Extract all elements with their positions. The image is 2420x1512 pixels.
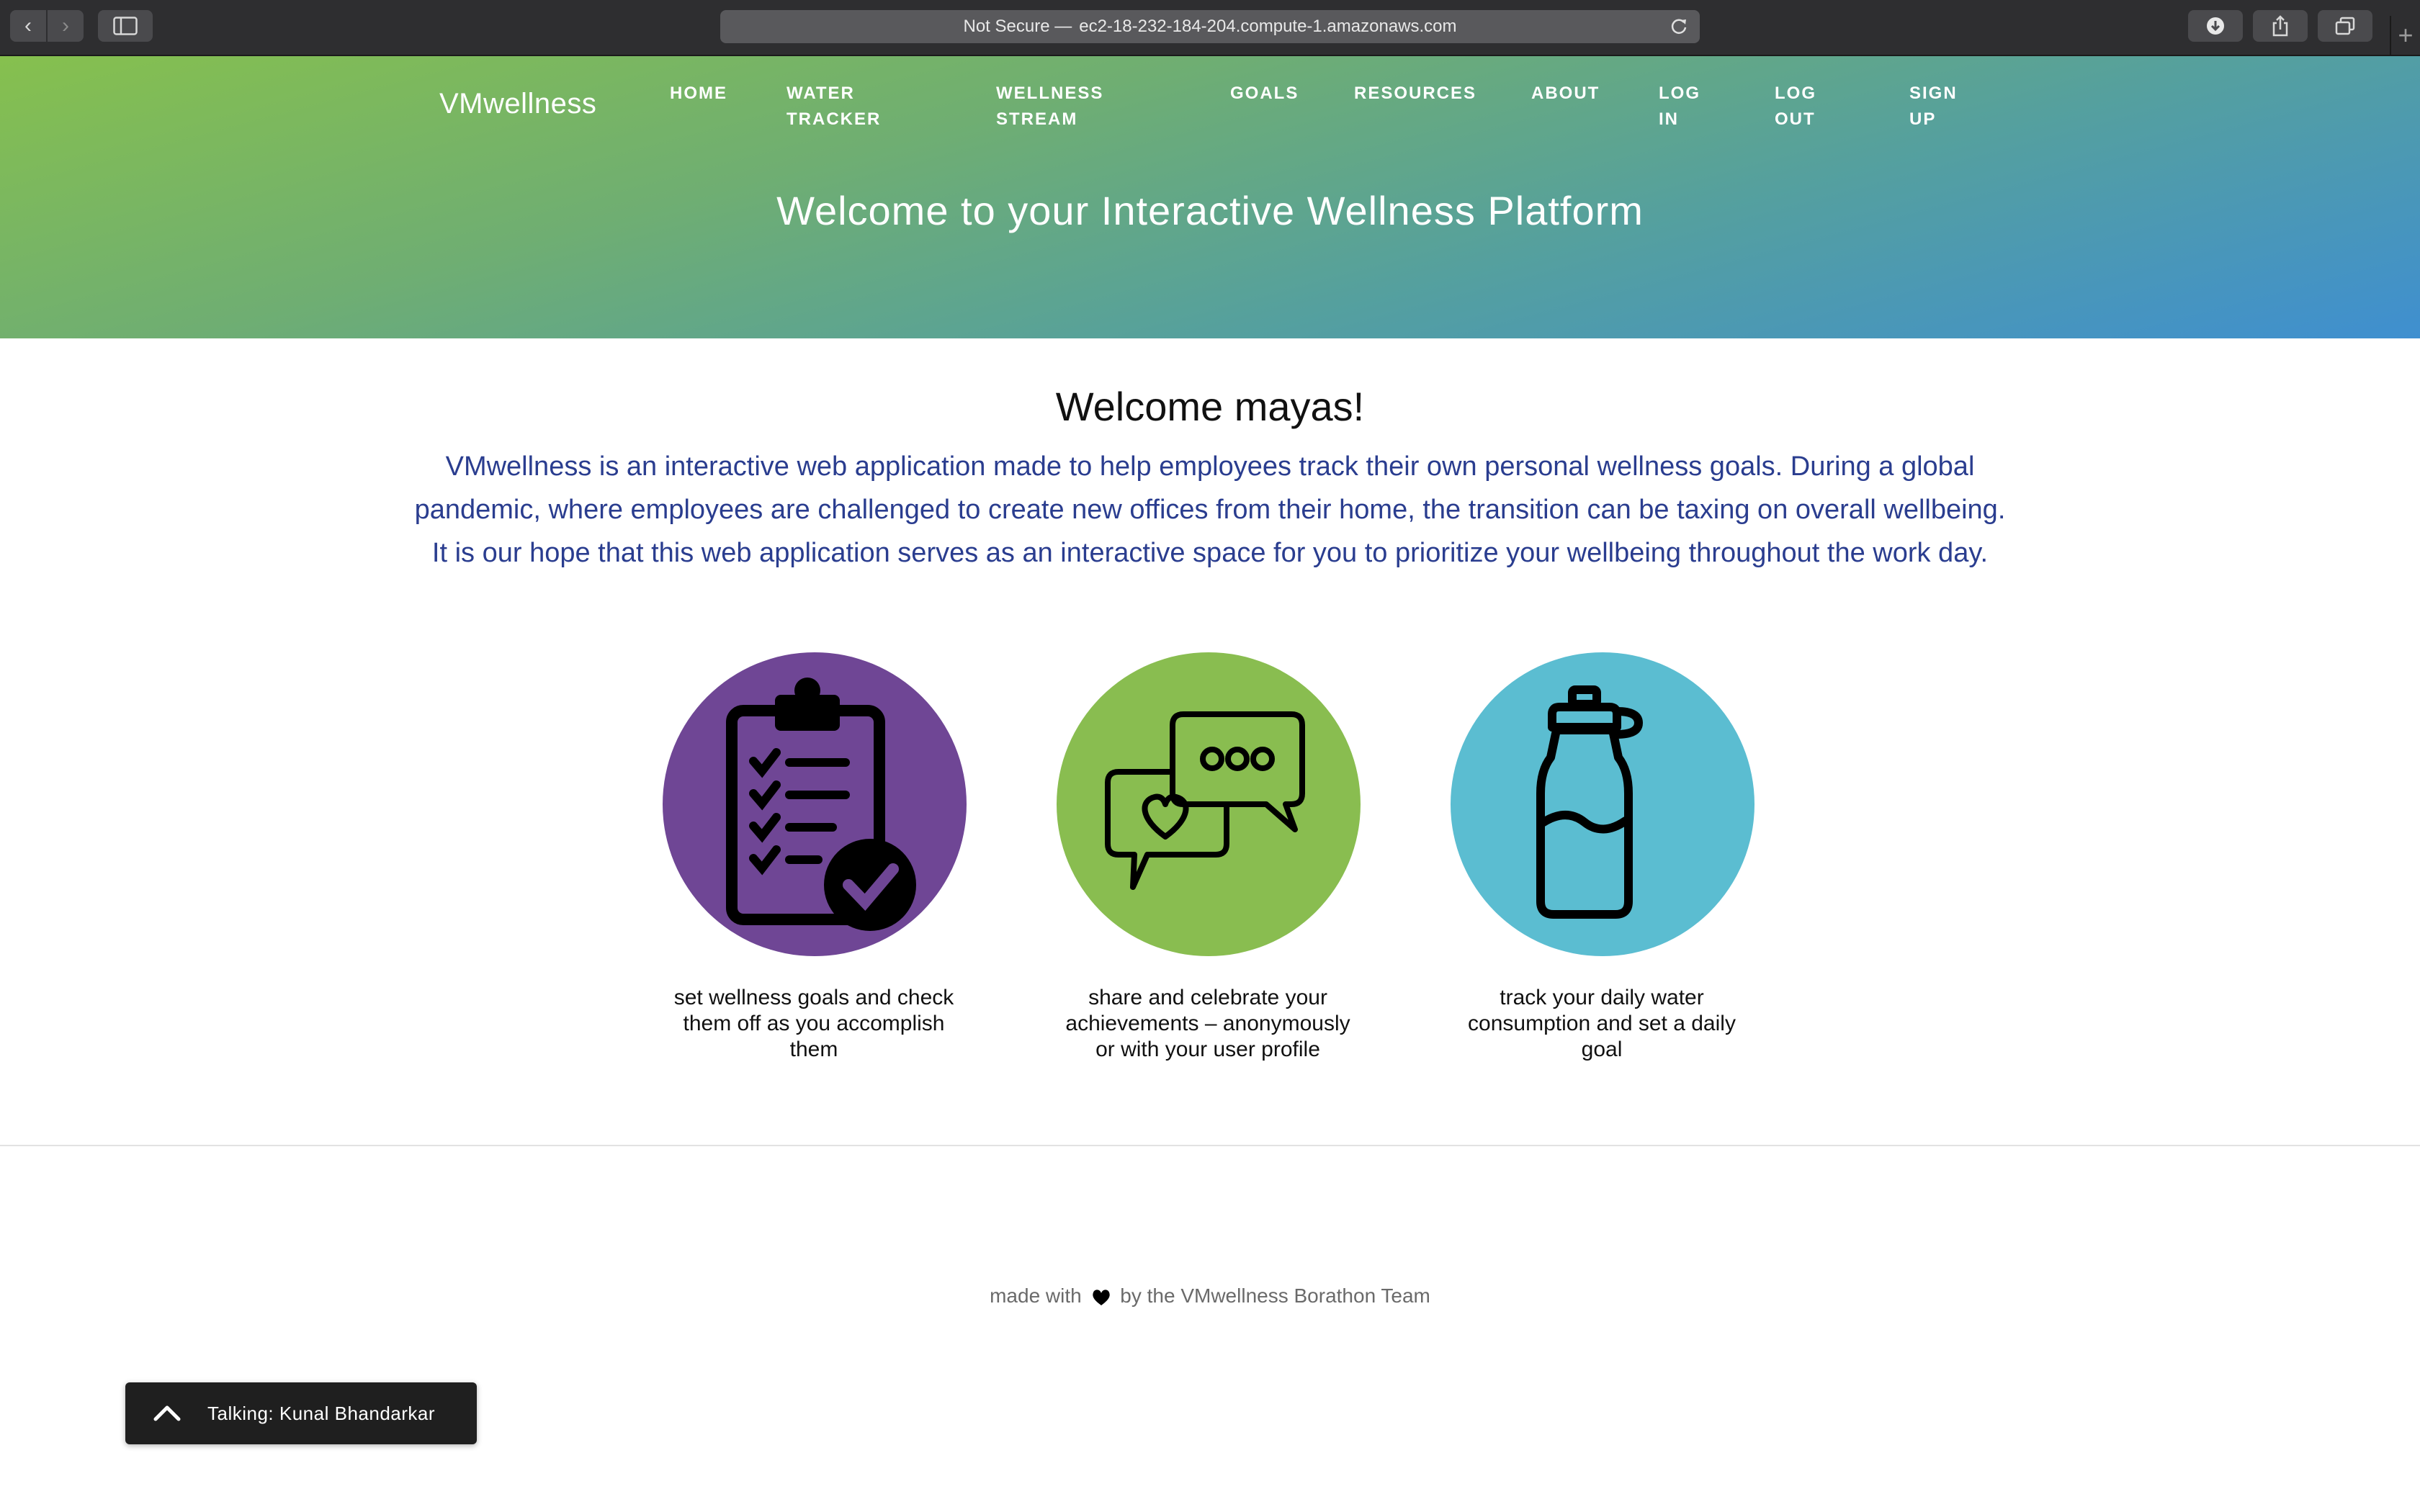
section-divider — [0, 1145, 2420, 1146]
downloads-button[interactable] — [2188, 10, 2243, 42]
share-button[interactable] — [2253, 10, 2308, 42]
hero-title: Welcome to your Interactive Wellness Pla… — [776, 188, 1644, 233]
feature-share-text: share and celebrate your achievements – … — [1065, 986, 1350, 1061]
download-icon — [2207, 17, 2224, 35]
feature-goals-text: set wellness goals and check them off as… — [673, 986, 954, 1061]
feature-water-text: track your daily water consumption and s… — [1468, 986, 1736, 1061]
url-text: ec2-18-232-184-204.compute-1.amazonaws.c… — [1079, 17, 1457, 36]
nav-wellness-stream[interactable]: WELLNESS STREAM — [996, 81, 1103, 132]
talking-label: Talking: Kunal Bhandarkar — [207, 1402, 436, 1424]
history-buttons: ‹ › — [10, 10, 84, 42]
nav-goals[interactable]: GOALS — [1230, 81, 1299, 107]
tabs-icon — [2335, 17, 2355, 35]
nav-log-out[interactable]: LOG OUT — [1775, 81, 1816, 132]
back-button[interactable]: ‹ — [10, 10, 48, 42]
intro-paragraph: VMwellness is an interactive web applica… — [414, 451, 2006, 568]
security-status: Not Secure — — [963, 17, 1072, 36]
feature-water: track your daily water consumption and s… — [1451, 652, 1754, 1063]
nav-log-in[interactable]: LOG IN — [1659, 81, 1700, 132]
nav-resources[interactable]: RESOURCES — [1354, 81, 1476, 107]
sidebar-icon — [113, 17, 138, 35]
tabs-overview-button[interactable] — [2318, 10, 2372, 42]
welcome-heading: Welcome mayas! — [1055, 384, 1365, 429]
address-bar[interactable]: Not Secure — ec2-18-232-184-204.compute-… — [720, 10, 1700, 43]
footer-text-before: made with — [990, 1284, 1082, 1307]
feature-share: share and celebrate your achievements – … — [1057, 652, 1361, 1063]
chat-bubbles-heart-icon — [1105, 711, 1305, 890]
feature-circle — [1057, 652, 1361, 956]
chevron-right-icon: › — [62, 14, 69, 37]
talking-indicator[interactable]: Talking: Kunal Bhandarkar — [125, 1382, 477, 1444]
new-tab-button[interactable]: + — [2390, 16, 2420, 55]
sidebar-toggle-button[interactable] — [98, 10, 153, 42]
nav-home[interactable]: HOME — [670, 81, 727, 107]
chevron-left-icon: ‹ — [24, 14, 32, 37]
clipboard-check-icon — [726, 678, 916, 931]
water-bottle-icon — [1536, 685, 1643, 919]
nav-water-tracker[interactable]: WATER TRACKER — [786, 81, 881, 132]
brand-logo[interactable]: VMwellness — [439, 88, 596, 120]
feature-circle — [1451, 652, 1754, 956]
hero-banner: VMwellness HOME WATER TRACKER WELLNESS S… — [0, 56, 2420, 338]
nav-about[interactable]: ABOUT — [1531, 81, 1600, 107]
heart-icon — [1092, 1289, 1110, 1305]
chevron-up-icon[interactable] — [150, 1396, 184, 1431]
forward-button[interactable]: › — [48, 10, 84, 42]
plus-icon: + — [2398, 20, 2414, 50]
nav-sign-up[interactable]: SIGN UP — [1909, 81, 1958, 132]
feature-goals: set wellness goals and check them off as… — [663, 652, 967, 1063]
footer-credit: made with by the VMwellness Borathon Tea… — [0, 1284, 2420, 1308]
footer-text-after: by the VMwellness Borathon Team — [1120, 1284, 1430, 1307]
feature-circle — [663, 652, 967, 956]
share-icon — [2272, 15, 2288, 37]
reload-icon[interactable] — [1668, 16, 1690, 37]
browser-toolbar: ‹ › Not Secure — ec2-18-232-184-204.comp… — [0, 0, 2420, 56]
